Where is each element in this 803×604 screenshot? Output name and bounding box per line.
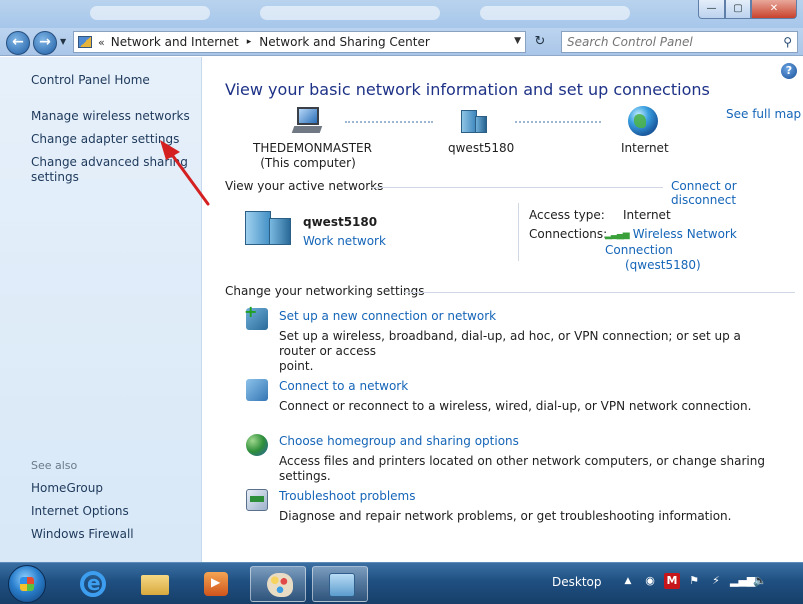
system-tray: ▲ ◉ M ⚑ ⚡ ▂▄▆ 🔈 <box>620 573 768 589</box>
homegroup-icon[interactable] <box>246 434 268 456</box>
active-networks-label: View your active networks <box>225 179 384 193</box>
taskbar-paint[interactable] <box>250 566 306 602</box>
see-also-label: See also <box>31 459 78 472</box>
breadcrumb-overflow-icon[interactable]: « <box>98 36 105 49</box>
troubleshoot-link[interactable]: Troubleshoot problems <box>279 489 415 503</box>
window-controls: — ▢ ✕ <box>698 0 797 19</box>
troubleshoot-desc: Diagnose and repair network problems, or… <box>279 509 732 523</box>
homegroup-sharing-link[interactable]: Choose homegroup and sharing options <box>279 434 519 448</box>
desktop-toolbar-label[interactable]: Desktop <box>552 575 602 589</box>
taskbar-media-player[interactable] <box>188 566 244 602</box>
section-divider <box>403 292 795 293</box>
connect-or-disconnect-link[interactable]: Connect or disconnect <box>671 179 803 207</box>
control-panel-home-link[interactable]: Control Panel Home <box>31 73 150 88</box>
address-bar: ← → ▼ « Network and Internet ▸ Network a… <box>0 28 803 56</box>
map-connection-line <box>515 121 601 123</box>
computer-icon[interactable] <box>291 107 323 135</box>
wireless-connection-link[interactable]: ▂▃▄▅ Wireless Network Connection (qwest51… <box>605 227 803 273</box>
connections-label: Connections: <box>529 227 608 241</box>
homegroup-sharing-desc: Access files and printers located on oth… <box>279 454 765 483</box>
breadcrumb[interactable]: « Network and Internet ▸ Network and Sha… <box>73 31 526 53</box>
homegroup-link[interactable]: HomeGroup <box>31 481 103 496</box>
mcafee-icon[interactable]: M <box>664 573 680 589</box>
setup-desc-line1: Set up a wireless, broadband, dial-up, a… <box>279 329 741 358</box>
start-button[interactable] <box>8 565 46 603</box>
connect-network-icon[interactable] <box>246 379 268 401</box>
network-signal-icon[interactable]: ▂▄▆ <box>730 573 755 589</box>
building-part <box>475 116 487 133</box>
minimize-button[interactable]: — <box>698 0 725 19</box>
windows-firewall-link[interactable]: Windows Firewall <box>31 527 134 542</box>
maximize-button[interactable]: ▢ <box>725 0 751 19</box>
setup-desc-line2: point. <box>279 359 314 373</box>
taskbar-windows-explorer[interactable] <box>126 566 182 602</box>
close-button[interactable]: ✕ <box>751 0 797 19</box>
volume-muted-icon[interactable]: 🔈 <box>752 573 768 589</box>
address-dropdown-icon[interactable]: ▼ <box>514 36 521 46</box>
manage-wireless-networks-link[interactable]: Manage wireless networks <box>31 109 190 124</box>
taskbar-control-panel[interactable] <box>312 566 368 602</box>
connect-network-desc: Connect or reconnect to a wireless, wire… <box>279 399 752 413</box>
breadcrumb-separator-icon[interactable]: ▸ <box>247 37 252 47</box>
breadcrumb-network-and-sharing-center[interactable]: Network and Sharing Center <box>259 35 430 49</box>
building-part <box>269 218 291 245</box>
map-connection-line <box>345 121 433 123</box>
internet-globe-icon[interactable] <box>628 106 658 136</box>
titlebar-blur <box>90 6 210 20</box>
computer-name: THEDEMONMASTER <box>253 141 372 155</box>
access-type-value: Internet <box>623 208 671 222</box>
titlebar-blur <box>480 6 630 20</box>
map-network-name: qwest5180 <box>448 141 515 155</box>
breadcrumb-network-and-internet[interactable]: Network and Internet <box>111 35 239 49</box>
page-title: View your basic network information and … <box>225 80 710 99</box>
back-button[interactable]: ← <box>6 31 30 55</box>
forward-button[interactable]: → <box>33 31 57 55</box>
network-type-link[interactable]: Work network <box>303 234 386 248</box>
refresh-icon[interactable]: ↻ <box>529 33 551 51</box>
recent-pages-dropdown-icon[interactable]: ▼ <box>60 37 66 46</box>
show-hidden-icons-icon[interactable]: ▲ <box>620 573 636 589</box>
building-part <box>245 211 271 245</box>
troubleshoot-icon[interactable] <box>246 489 268 511</box>
control-panel-icon <box>78 36 92 48</box>
folder-icon <box>141 575 169 595</box>
search-input[interactable] <box>562 32 767 52</box>
computer-label: THEDEMONMASTER (This computer) <box>253 141 372 171</box>
active-network-divider <box>518 203 519 261</box>
internet-explorer-icon <box>80 571 106 597</box>
active-network-name: qwest5180 <box>303 215 378 229</box>
connect-network-link[interactable]: Connect to a network <box>279 379 408 393</box>
taskbar: Desktop ▲ ◉ M ⚑ ⚡ ▂▄▆ 🔈 <box>0 562 803 604</box>
connection-value-2: (qwest5180) <box>625 258 701 272</box>
computer-sub: (This computer) <box>260 156 356 170</box>
network-icon[interactable] <box>459 107 489 135</box>
power-plug-icon[interactable]: ⚡ <box>708 573 724 589</box>
window-titlebar: — ▢ ✕ <box>0 0 803 28</box>
section-divider <box>371 187 663 188</box>
see-full-map-link[interactable]: See full map <box>726 107 801 121</box>
computer-screen <box>297 107 319 125</box>
security-shield-icon[interactable]: ◉ <box>642 573 658 589</box>
search-box[interactable]: ⚲ <box>561 31 798 53</box>
signal-strength-icon: ▂▃▄▅ <box>605 230 630 240</box>
main-content: ? View your basic network information an… <box>203 57 803 562</box>
access-type-label: Access type: <box>529 208 605 222</box>
setup-connection-link[interactable]: Set up a new connection or network <box>279 309 496 323</box>
action-center-flag-icon[interactable]: ⚑ <box>686 573 702 589</box>
setup-connection-desc: Set up a wireless, broadband, dial-up, a… <box>279 329 779 374</box>
help-icon[interactable]: ? <box>781 63 797 79</box>
control-panel-icon <box>329 573 355 597</box>
paint-palette-icon <box>267 573 293 597</box>
change-settings-label: Change your networking settings <box>225 284 425 298</box>
annotation-arrow-icon <box>160 140 210 206</box>
computer-base <box>291 126 323 133</box>
media-player-icon <box>204 572 228 596</box>
taskbar-internet-explorer[interactable] <box>64 566 120 602</box>
search-icon[interactable]: ⚲ <box>783 35 792 49</box>
active-network-icon[interactable] <box>245 207 295 247</box>
internet-options-link[interactable]: Internet Options <box>31 504 129 519</box>
titlebar-blur <box>260 6 440 20</box>
setup-connection-icon[interactable] <box>244 302 268 330</box>
map-internet-label: Internet <box>621 141 669 155</box>
